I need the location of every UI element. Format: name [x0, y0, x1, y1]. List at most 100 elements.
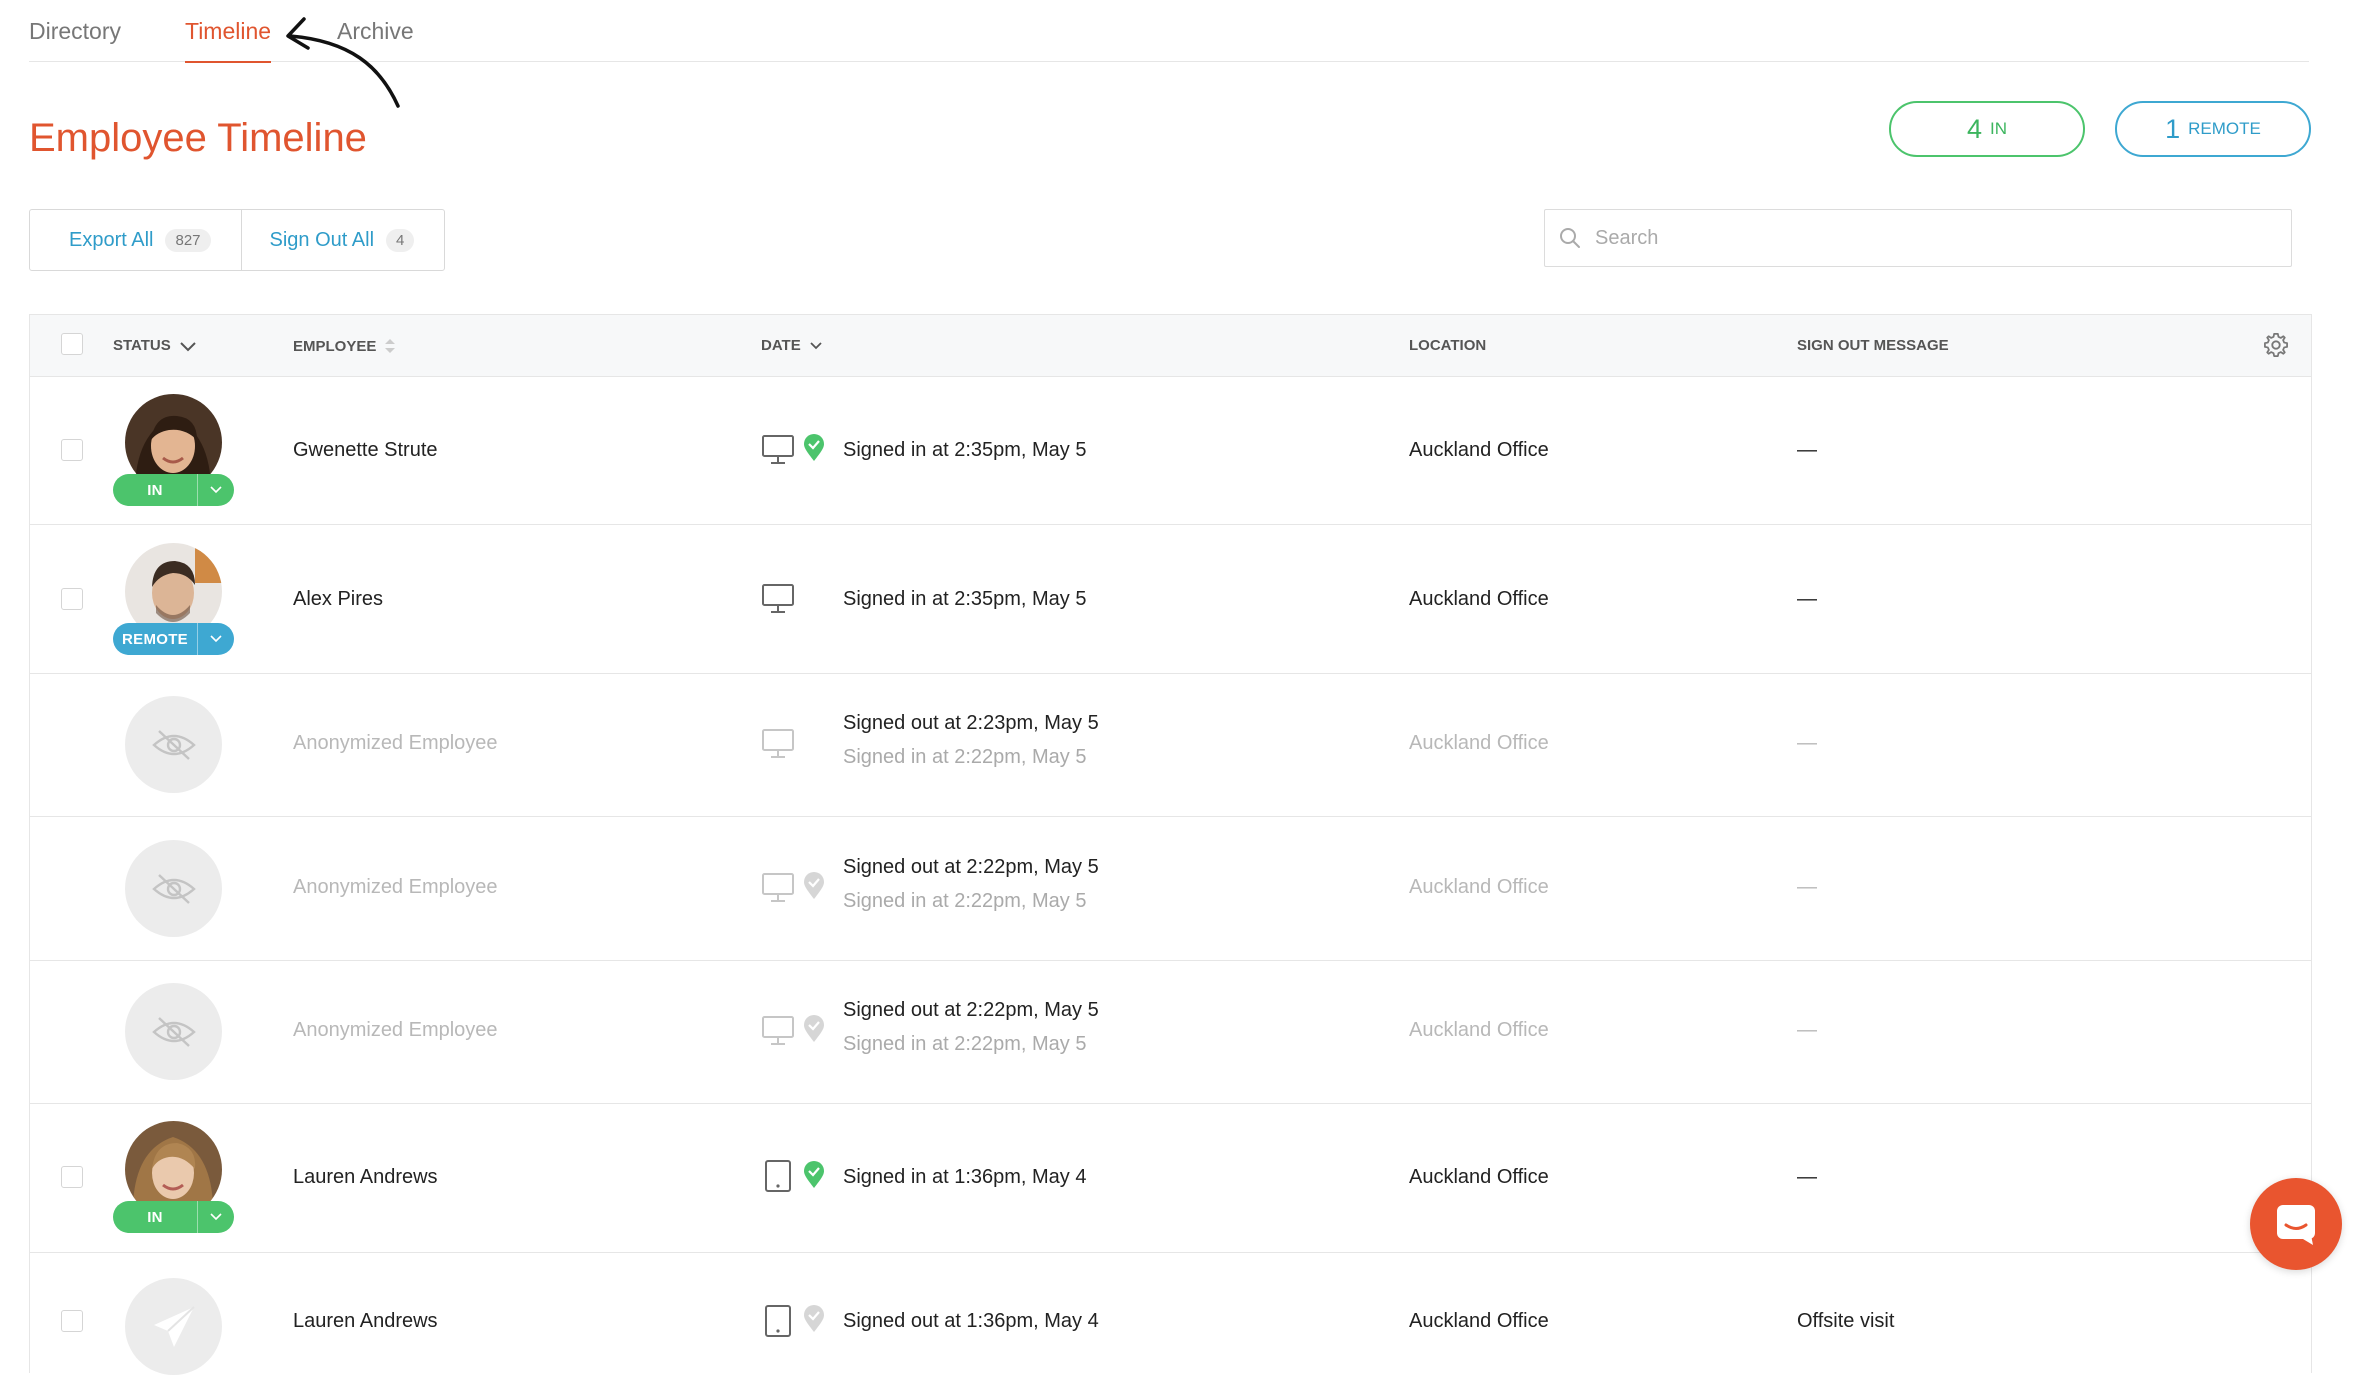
chat-icon [2277, 1205, 2315, 1245]
location-value: Auckland Office [1409, 1166, 1549, 1188]
sign-out-message: — [1797, 1019, 1817, 1041]
desktop-icon [762, 729, 794, 758]
search-input[interactable] [1593, 225, 2257, 251]
sign-out-message: — [1797, 1166, 1817, 1188]
search-box [1544, 209, 2292, 267]
employee-name[interactable]: Anonymized Employee [293, 876, 498, 899]
sign-out-all-label: Sign Out All [269, 228, 375, 251]
tablet-icon [765, 1160, 791, 1192]
status-dropdown[interactable]: IN [113, 1201, 234, 1233]
timeline-table: STATUS EMPLOYEE DATE LOCATION SIGN OUT M… [29, 314, 2312, 1375]
avatar [125, 1278, 222, 1375]
location-value: Auckland Office [1409, 588, 1549, 610]
location-pin-icon [804, 1305, 824, 1332]
employee-name[interactable]: Gwenette Strute [293, 439, 438, 462]
desktop-icon [762, 584, 794, 613]
remote-label: REMOTE [2188, 119, 2261, 138]
column-status[interactable]: STATUS [113, 337, 197, 354]
location-value: Auckland Office [1409, 1019, 1549, 1041]
table-row[interactable]: Lauren Andrews Signed out at 1:36pm, May… [30, 1253, 2311, 1375]
sign-out-message: — [1797, 876, 1817, 898]
page-title: Employee Timeline [29, 116, 367, 160]
table-row[interactable]: IN Lauren Andrews Signed in at 1:36pm, M… [30, 1104, 2311, 1253]
in-count-pill[interactable]: 4 IN [1889, 101, 2085, 157]
employee-name[interactable]: Anonymized Employee [293, 1019, 498, 1042]
date-primary: Signed out at 1:36pm, May 4 [843, 1310, 1099, 1332]
search-icon [1560, 228, 1580, 248]
export-all-button[interactable]: Export All 827 [30, 210, 241, 270]
table-row[interactable]: IN Gwenette Strute Signed in at 2:35pm, … [30, 377, 2311, 525]
table-row[interactable]: Anonymized Employee Signed out at 2:22pm… [30, 961, 2311, 1104]
remote-count-pill[interactable]: 1 REMOTE [2115, 101, 2311, 157]
tab-timeline[interactable]: Timeline [185, 18, 272, 63]
desktop-icon [762, 873, 794, 902]
location-pin-icon [804, 1161, 824, 1188]
employee-name[interactable]: Lauren Andrews [293, 1310, 438, 1333]
sign-out-count-badge: 4 [386, 228, 415, 252]
chevron-down-icon [197, 474, 234, 506]
table-row[interactable]: Anonymized Employee Signed out at 2:22pm… [30, 817, 2311, 961]
location-pin-icon [804, 1015, 824, 1042]
row-checkbox[interactable] [61, 1166, 83, 1188]
column-employee[interactable]: EMPLOYEE [293, 337, 396, 355]
status-dropdown[interactable]: REMOTE [113, 623, 234, 655]
gear-icon[interactable] [2262, 331, 2290, 359]
avatar [125, 840, 222, 937]
chevron-down-icon [197, 623, 234, 655]
eye-slash-icon [151, 729, 196, 760]
action-button-group: Export All 827 Sign Out All 4 [29, 209, 446, 271]
status-dropdown[interactable]: IN [113, 474, 234, 506]
column-location-label: LOCATION [1409, 337, 1487, 354]
table-row[interactable]: Anonymized Employee Signed out at 2:23pm… [30, 674, 2311, 817]
location-value: Auckland Office [1409, 439, 1549, 461]
date-primary: Signed out at 2:23pm, May 5 [843, 712, 1099, 734]
row-checkbox[interactable] [61, 1310, 83, 1332]
sign-out-message: — [1797, 732, 1817, 754]
avatar [125, 983, 222, 1080]
export-count-badge: 827 [165, 228, 211, 252]
row-checkbox[interactable] [61, 588, 83, 610]
chat-launcher-button[interactable] [2250, 1178, 2342, 1270]
sign-out-all-button[interactable]: Sign Out All 4 [240, 210, 445, 270]
employee-name[interactable]: Alex Pires [293, 588, 383, 611]
remote-count: 1 [2165, 113, 2181, 144]
sign-out-message: Offsite visit [1797, 1310, 1895, 1332]
chevron-down-icon [180, 341, 196, 351]
desktop-icon [762, 435, 794, 464]
sign-out-message: — [1797, 588, 1817, 610]
column-location: LOCATION [1409, 337, 1486, 354]
status-badge: REMOTE [122, 630, 188, 648]
date-primary: Signed in at 2:35pm, May 5 [843, 588, 1087, 610]
chevron-down-icon [810, 341, 822, 349]
date-primary: Signed out at 2:22pm, May 5 [843, 856, 1099, 878]
location-value: Auckland Office [1409, 732, 1549, 754]
in-count: 4 [1966, 113, 1983, 144]
annotation-arrow-icon [286, 17, 400, 108]
desktop-icon [762, 1016, 794, 1045]
chevron-down-icon [197, 1201, 234, 1233]
avatar [125, 696, 222, 793]
employee-name[interactable]: Anonymized Employee [293, 732, 498, 755]
column-sign-out-message: SIGN OUT MESSAGE [1797, 337, 1949, 354]
column-message-label: SIGN OUT MESSAGE [1797, 337, 1949, 354]
sign-out-message: — [1797, 439, 1817, 461]
column-date[interactable]: DATE [761, 337, 823, 354]
status-badge: IN [147, 481, 163, 499]
export-all-label: Export All [69, 228, 154, 251]
date-secondary: Signed in at 2:22pm, May 5 [843, 746, 1087, 768]
employee-name[interactable]: Lauren Andrews [293, 1166, 438, 1189]
column-date-label: DATE [761, 337, 801, 354]
paper-plane-icon [153, 1305, 195, 1347]
location-value: Auckland Office [1409, 1310, 1549, 1332]
status-badge: IN [147, 1208, 163, 1226]
date-primary: Signed out at 2:22pm, May 5 [843, 999, 1099, 1021]
table-row[interactable]: REMOTE Alex Pires Signed in at 2:35pm, M… [30, 525, 2311, 674]
date-primary: Signed in at 2:35pm, May 5 [843, 439, 1087, 461]
column-employee-label: EMPLOYEE [293, 337, 377, 355]
tab-directory[interactable]: Directory [29, 18, 121, 45]
select-all-checkbox[interactable] [61, 333, 83, 355]
date-primary: Signed in at 1:36pm, May 4 [843, 1166, 1087, 1188]
row-checkbox[interactable] [61, 439, 83, 461]
eye-slash-icon [151, 873, 196, 904]
location-pin-icon [804, 434, 824, 461]
